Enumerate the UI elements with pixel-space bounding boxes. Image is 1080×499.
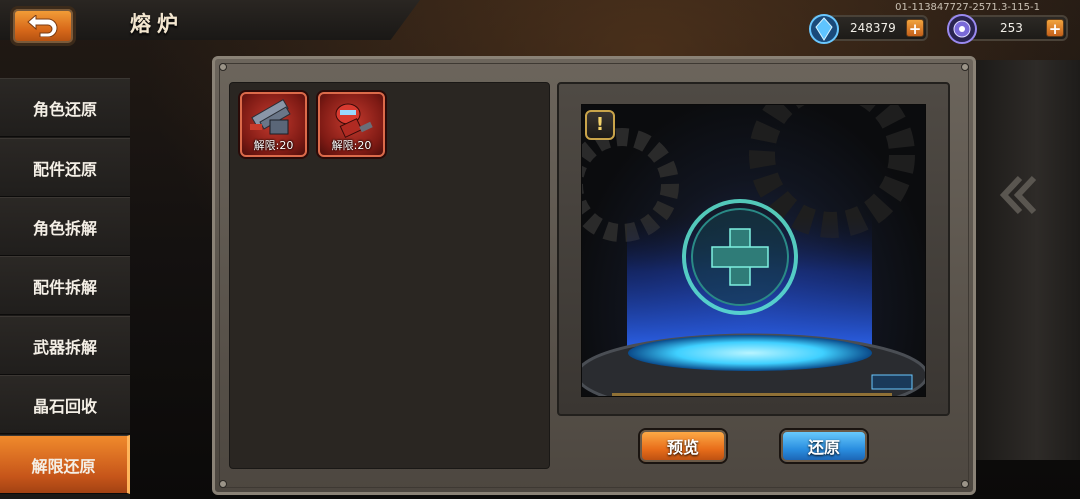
red-robot-icon bbox=[335, 103, 373, 138]
sidebar: 角色还原 配件还原 角色拆解 配件拆解 武器拆解 晶石回收 解限还原 bbox=[0, 78, 130, 499]
background-door bbox=[970, 60, 1080, 460]
add-crystal-button[interactable]: + bbox=[906, 19, 924, 38]
sidebar-item-limit-restore[interactable]: 解限还原 bbox=[0, 435, 130, 494]
sidebar-item-weapon-dismantle[interactable]: 武器拆解 bbox=[0, 316, 130, 375]
gem-amount: 253 bbox=[1000, 21, 1023, 35]
forge-platform bbox=[582, 105, 925, 396]
back-button[interactable] bbox=[10, 6, 76, 46]
crystal-amount: 248379 bbox=[850, 21, 896, 35]
gem-currency: 253 + bbox=[947, 14, 1068, 44]
item-slot[interactable]: 解限:20 bbox=[240, 92, 307, 157]
item-slot[interactable]: 解限:20 bbox=[318, 92, 385, 157]
chevron-left-icon bbox=[999, 175, 1037, 215]
info-warning-icon[interactable]: ! bbox=[585, 110, 615, 140]
preview-scene bbox=[581, 104, 926, 397]
item-limit-label: 解限:20 bbox=[253, 139, 294, 152]
sidebar-item-role-restore[interactable]: 角色还原 bbox=[0, 78, 130, 137]
add-gem-button[interactable]: + bbox=[1046, 19, 1064, 38]
sidebar-item-part-dismantle[interactable]: 配件拆解 bbox=[0, 256, 130, 315]
sidebar-item-role-dismantle[interactable]: 角色拆解 bbox=[0, 197, 130, 256]
mech-weapon-icon bbox=[250, 98, 291, 135]
crystal-currency: 248379 + bbox=[809, 14, 928, 44]
back-arrow-icon bbox=[27, 15, 58, 37]
sidebar-item-crystal-recycle[interactable]: 晶石回收 bbox=[0, 375, 130, 434]
preview-button[interactable]: 预览 bbox=[638, 428, 728, 464]
page-title: 熔炉 bbox=[130, 12, 184, 36]
restore-button[interactable]: 还原 bbox=[779, 428, 869, 464]
sidebar-item-part-restore[interactable]: 配件还原 bbox=[0, 138, 130, 197]
item-limit-label: 解限:20 bbox=[331, 139, 372, 152]
blue-crystal-icon bbox=[809, 14, 839, 44]
purple-gem-icon bbox=[947, 14, 977, 44]
version-label: 01-113847727-2571.3-115-1 bbox=[895, 2, 1040, 13]
